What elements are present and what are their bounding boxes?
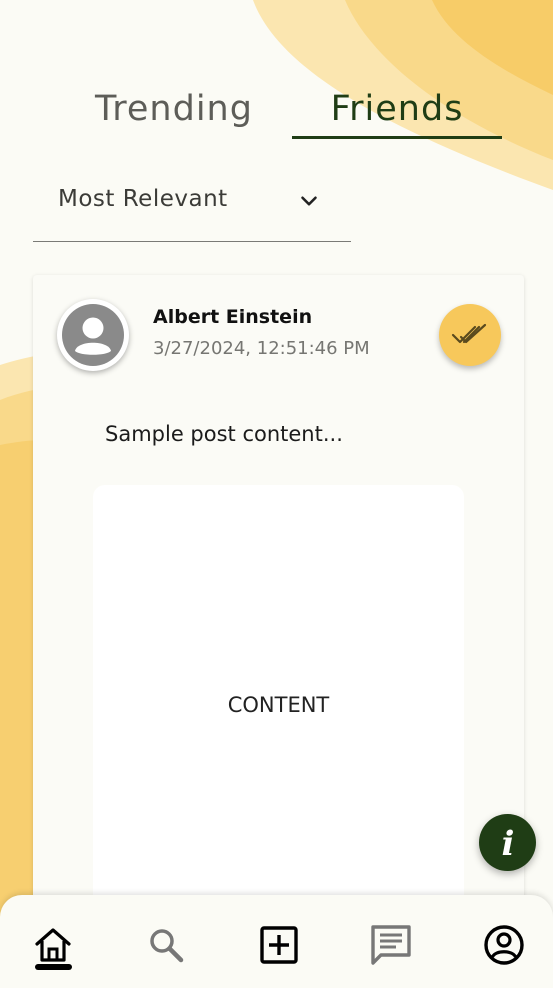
media-placeholder-label: CONTENT bbox=[227, 693, 330, 717]
nav-search-button[interactable] bbox=[138, 917, 194, 973]
active-tab-indicator bbox=[292, 136, 502, 139]
nav-create-button[interactable] bbox=[251, 917, 307, 973]
add-box-icon bbox=[260, 926, 298, 964]
post-text: Sample post content... bbox=[105, 422, 343, 446]
nav-messages-button[interactable] bbox=[363, 917, 419, 973]
info-icon: i bbox=[501, 825, 514, 861]
mark-read-button[interactable] bbox=[439, 304, 501, 366]
avatar[interactable] bbox=[57, 299, 129, 371]
double-check-icon bbox=[451, 323, 487, 344]
sort-selected-label: Most Relevant bbox=[58, 186, 228, 212]
post-author[interactable]: Albert Einstein bbox=[153, 306, 312, 328]
search-icon bbox=[150, 929, 184, 963]
default-avatar-icon bbox=[62, 304, 124, 366]
nav-active-indicator bbox=[35, 964, 72, 970]
chat-icon bbox=[371, 925, 411, 965]
feed-tabs: Trending Friends bbox=[0, 80, 553, 142]
chevron-down-icon bbox=[301, 196, 317, 206]
tab-friends[interactable]: Friends bbox=[292, 80, 502, 138]
sort-select[interactable]: Most Relevant bbox=[33, 168, 351, 242]
app-screen: Trending Friends Most Relevant Albert Ei… bbox=[0, 0, 553, 988]
svg-text:i: i bbox=[501, 825, 514, 861]
nav-profile-button[interactable] bbox=[476, 917, 532, 973]
account-circle-icon bbox=[484, 925, 524, 965]
tab-trending[interactable]: Trending bbox=[60, 80, 288, 138]
post-timestamp: 3/27/2024, 12:51:46 PM bbox=[153, 338, 370, 359]
post-card: Albert Einstein 3/27/2024, 12:51:46 PM S… bbox=[33, 275, 524, 975]
info-button[interactable]: i bbox=[479, 814, 536, 871]
bottom-navigation bbox=[0, 895, 553, 988]
home-icon bbox=[35, 928, 71, 962]
